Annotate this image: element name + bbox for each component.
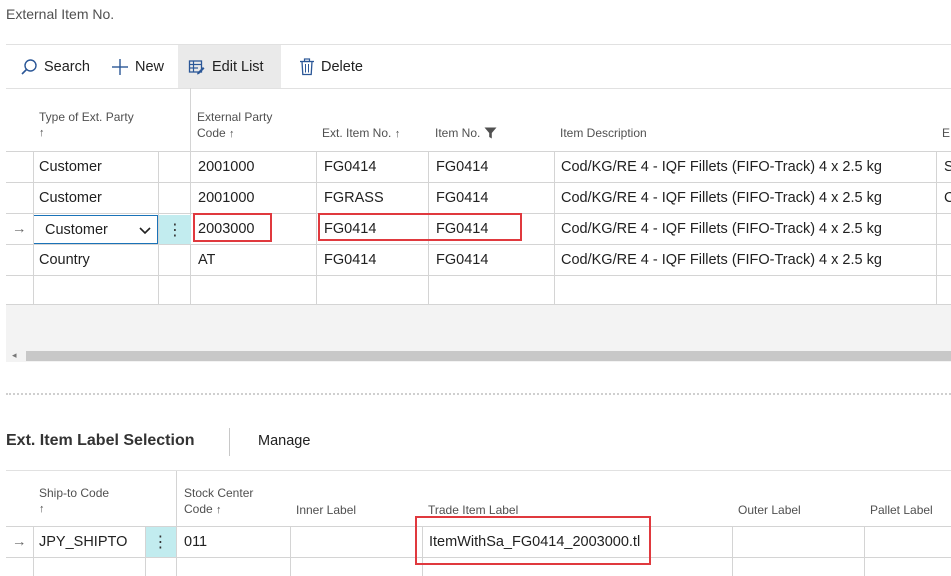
row-actions-button[interactable]: ⋮ bbox=[145, 527, 176, 557]
new-label: New bbox=[135, 59, 165, 75]
splitter[interactable] bbox=[6, 393, 951, 395]
search-button[interactable]: Search bbox=[10, 45, 100, 89]
edit-list-button[interactable]: Edit List bbox=[178, 45, 281, 89]
highlight-trade-item-label bbox=[415, 516, 651, 565]
sort-asc-icon: ↑ bbox=[229, 128, 235, 140]
delete-label: Delete bbox=[321, 59, 363, 75]
trash-icon bbox=[300, 58, 314, 76]
plus-icon bbox=[112, 59, 128, 75]
table-row-empty[interactable] bbox=[6, 275, 951, 304]
delete-button[interactable]: Delete bbox=[289, 45, 373, 89]
scroll-left-icon[interactable]: ◂ bbox=[12, 350, 17, 361]
edit-list-label: Edit List bbox=[212, 59, 264, 75]
edit-list-icon bbox=[188, 60, 205, 75]
sort-asc-icon: ↑ bbox=[216, 504, 222, 516]
row-pointer-icon: → bbox=[12, 221, 27, 237]
horizontal-scrollbar[interactable] bbox=[26, 351, 951, 361]
page-title: External Item No. bbox=[6, 6, 115, 22]
search-label: Search bbox=[44, 59, 90, 75]
chevron-down-icon bbox=[139, 227, 151, 235]
highlight-code bbox=[193, 213, 272, 242]
manage-button[interactable]: Manage bbox=[258, 433, 310, 449]
table-row[interactable]: Country AT FG0414 FG0414 Cod/KG/RE 4 - I… bbox=[6, 244, 951, 275]
highlight-item-numbers bbox=[318, 213, 522, 241]
new-button[interactable]: New bbox=[101, 45, 174, 89]
sort-asc-icon: ↑ bbox=[39, 127, 45, 139]
type-select[interactable]: Customer bbox=[33, 215, 158, 244]
action-bar: Search New Edit List Delete bbox=[6, 44, 951, 89]
sort-asc-icon: ↑ bbox=[39, 503, 45, 515]
search-icon bbox=[21, 59, 37, 75]
row-pointer-icon: → bbox=[12, 534, 27, 550]
row-actions-button[interactable]: ⋮ bbox=[159, 215, 191, 244]
table-row[interactable]: Customer 2001000 FG0414 FG0414 Cod/KG/RE… bbox=[6, 151, 951, 182]
subpage-title: Ext. Item Label Selection bbox=[6, 432, 195, 449]
filter-icon bbox=[484, 127, 497, 139]
external-item-grid: Type of Ext. Party ↑ External Party Code… bbox=[6, 88, 951, 304]
sort-asc-icon: ↑ bbox=[394, 128, 401, 140]
table-row[interactable]: Customer 2001000 FGRASS FG0414 Cod/KG/RE… bbox=[6, 182, 951, 213]
grid-empty-area: ◂ bbox=[6, 304, 951, 362]
